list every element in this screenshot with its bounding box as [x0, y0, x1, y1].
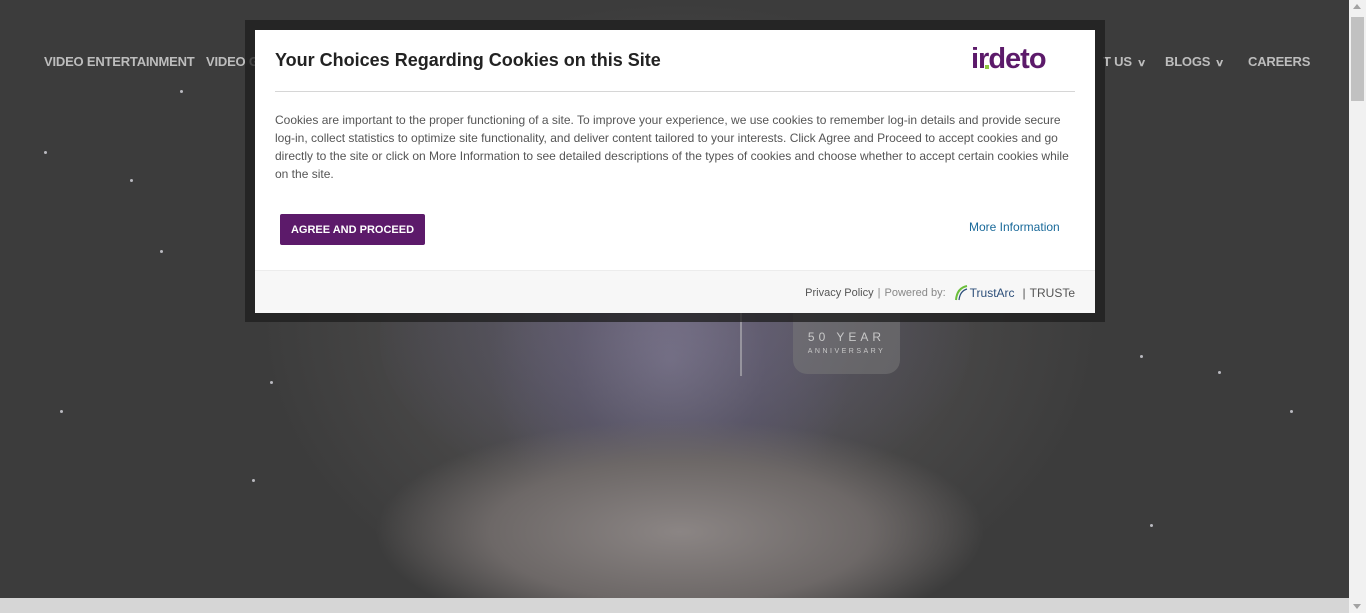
- star-dot: [160, 250, 163, 253]
- nav-label: VIDEO ENTERTAINMENT: [44, 54, 195, 69]
- star-dot: [1218, 371, 1221, 374]
- truste-logo[interactable]: TRUSTe: [1030, 286, 1075, 300]
- irdeto-logo: irdeto: [971, 43, 1047, 75]
- star-dot: [1140, 355, 1143, 358]
- star-dot: [180, 90, 183, 93]
- chevron-down-icon: ∨: [1215, 58, 1225, 69]
- star-dot: [270, 381, 273, 384]
- dialog-body-text: Cookies are important to the proper func…: [275, 113, 1069, 181]
- scroll-down-arrow-icon[interactable]: [1353, 604, 1361, 609]
- privacy-policy-link[interactable]: Privacy Policy: [805, 287, 873, 299]
- nav-item-blogs[interactable]: BLOGS ∨: [1165, 54, 1225, 69]
- powered-by-label: Powered by:: [884, 287, 946, 299]
- scroll-thumb[interactable]: [1351, 17, 1364, 101]
- anniversary-sub: ANNIVERSARY: [807, 348, 886, 355]
- agree-and-proceed-button[interactable]: AGREE AND PROCEED: [280, 214, 425, 245]
- trustarc-text: TrustArc: [969, 286, 1015, 300]
- star-dot: [1290, 410, 1293, 413]
- nav-label: BLOGS: [1165, 54, 1211, 69]
- anniversary-year: 50 YEAR: [807, 330, 886, 344]
- chevron-down-icon: ∨: [1136, 58, 1147, 69]
- page-bottom-strip: [0, 598, 1349, 613]
- nav-item-careers[interactable]: CAREERS: [1248, 54, 1310, 69]
- cookie-consent-dialog: Your Choices Regarding Cookies on this S…: [255, 30, 1095, 313]
- star-dot: [60, 410, 63, 413]
- footer-pipe: |: [1022, 286, 1026, 300]
- logo-text: irdeto: [971, 43, 1046, 75]
- scroll-up-arrow-icon[interactable]: [1353, 4, 1361, 9]
- trustarc-arc-icon: [954, 285, 967, 301]
- star-dot: [252, 479, 255, 482]
- logo-dot: [985, 65, 989, 69]
- nav-label: CAREERS: [1248, 54, 1311, 69]
- dialog-divider: [275, 91, 1075, 92]
- page-scrollbar[interactable]: [1349, 0, 1366, 613]
- more-information-link[interactable]: More Information: [969, 220, 1060, 234]
- dialog-title: Your Choices Regarding Cookies on this S…: [275, 50, 661, 70]
- dialog-footer: Privacy Policy | Powered by: TrustArc | …: [255, 270, 1095, 313]
- star-dot: [1150, 524, 1153, 527]
- nav-item-video-entertainment[interactable]: VIDEO ENTERTAINMENT: [44, 54, 195, 69]
- nav-item-about-us[interactable]: T US ∨: [1103, 54, 1147, 69]
- star-dot: [130, 179, 133, 182]
- hands-image: [300, 400, 1060, 598]
- star-dot: [44, 151, 47, 154]
- nav-label: T US: [1103, 54, 1132, 69]
- footer-separator: |: [877, 287, 881, 299]
- trustarc-logo[interactable]: TrustArc: [954, 285, 1015, 301]
